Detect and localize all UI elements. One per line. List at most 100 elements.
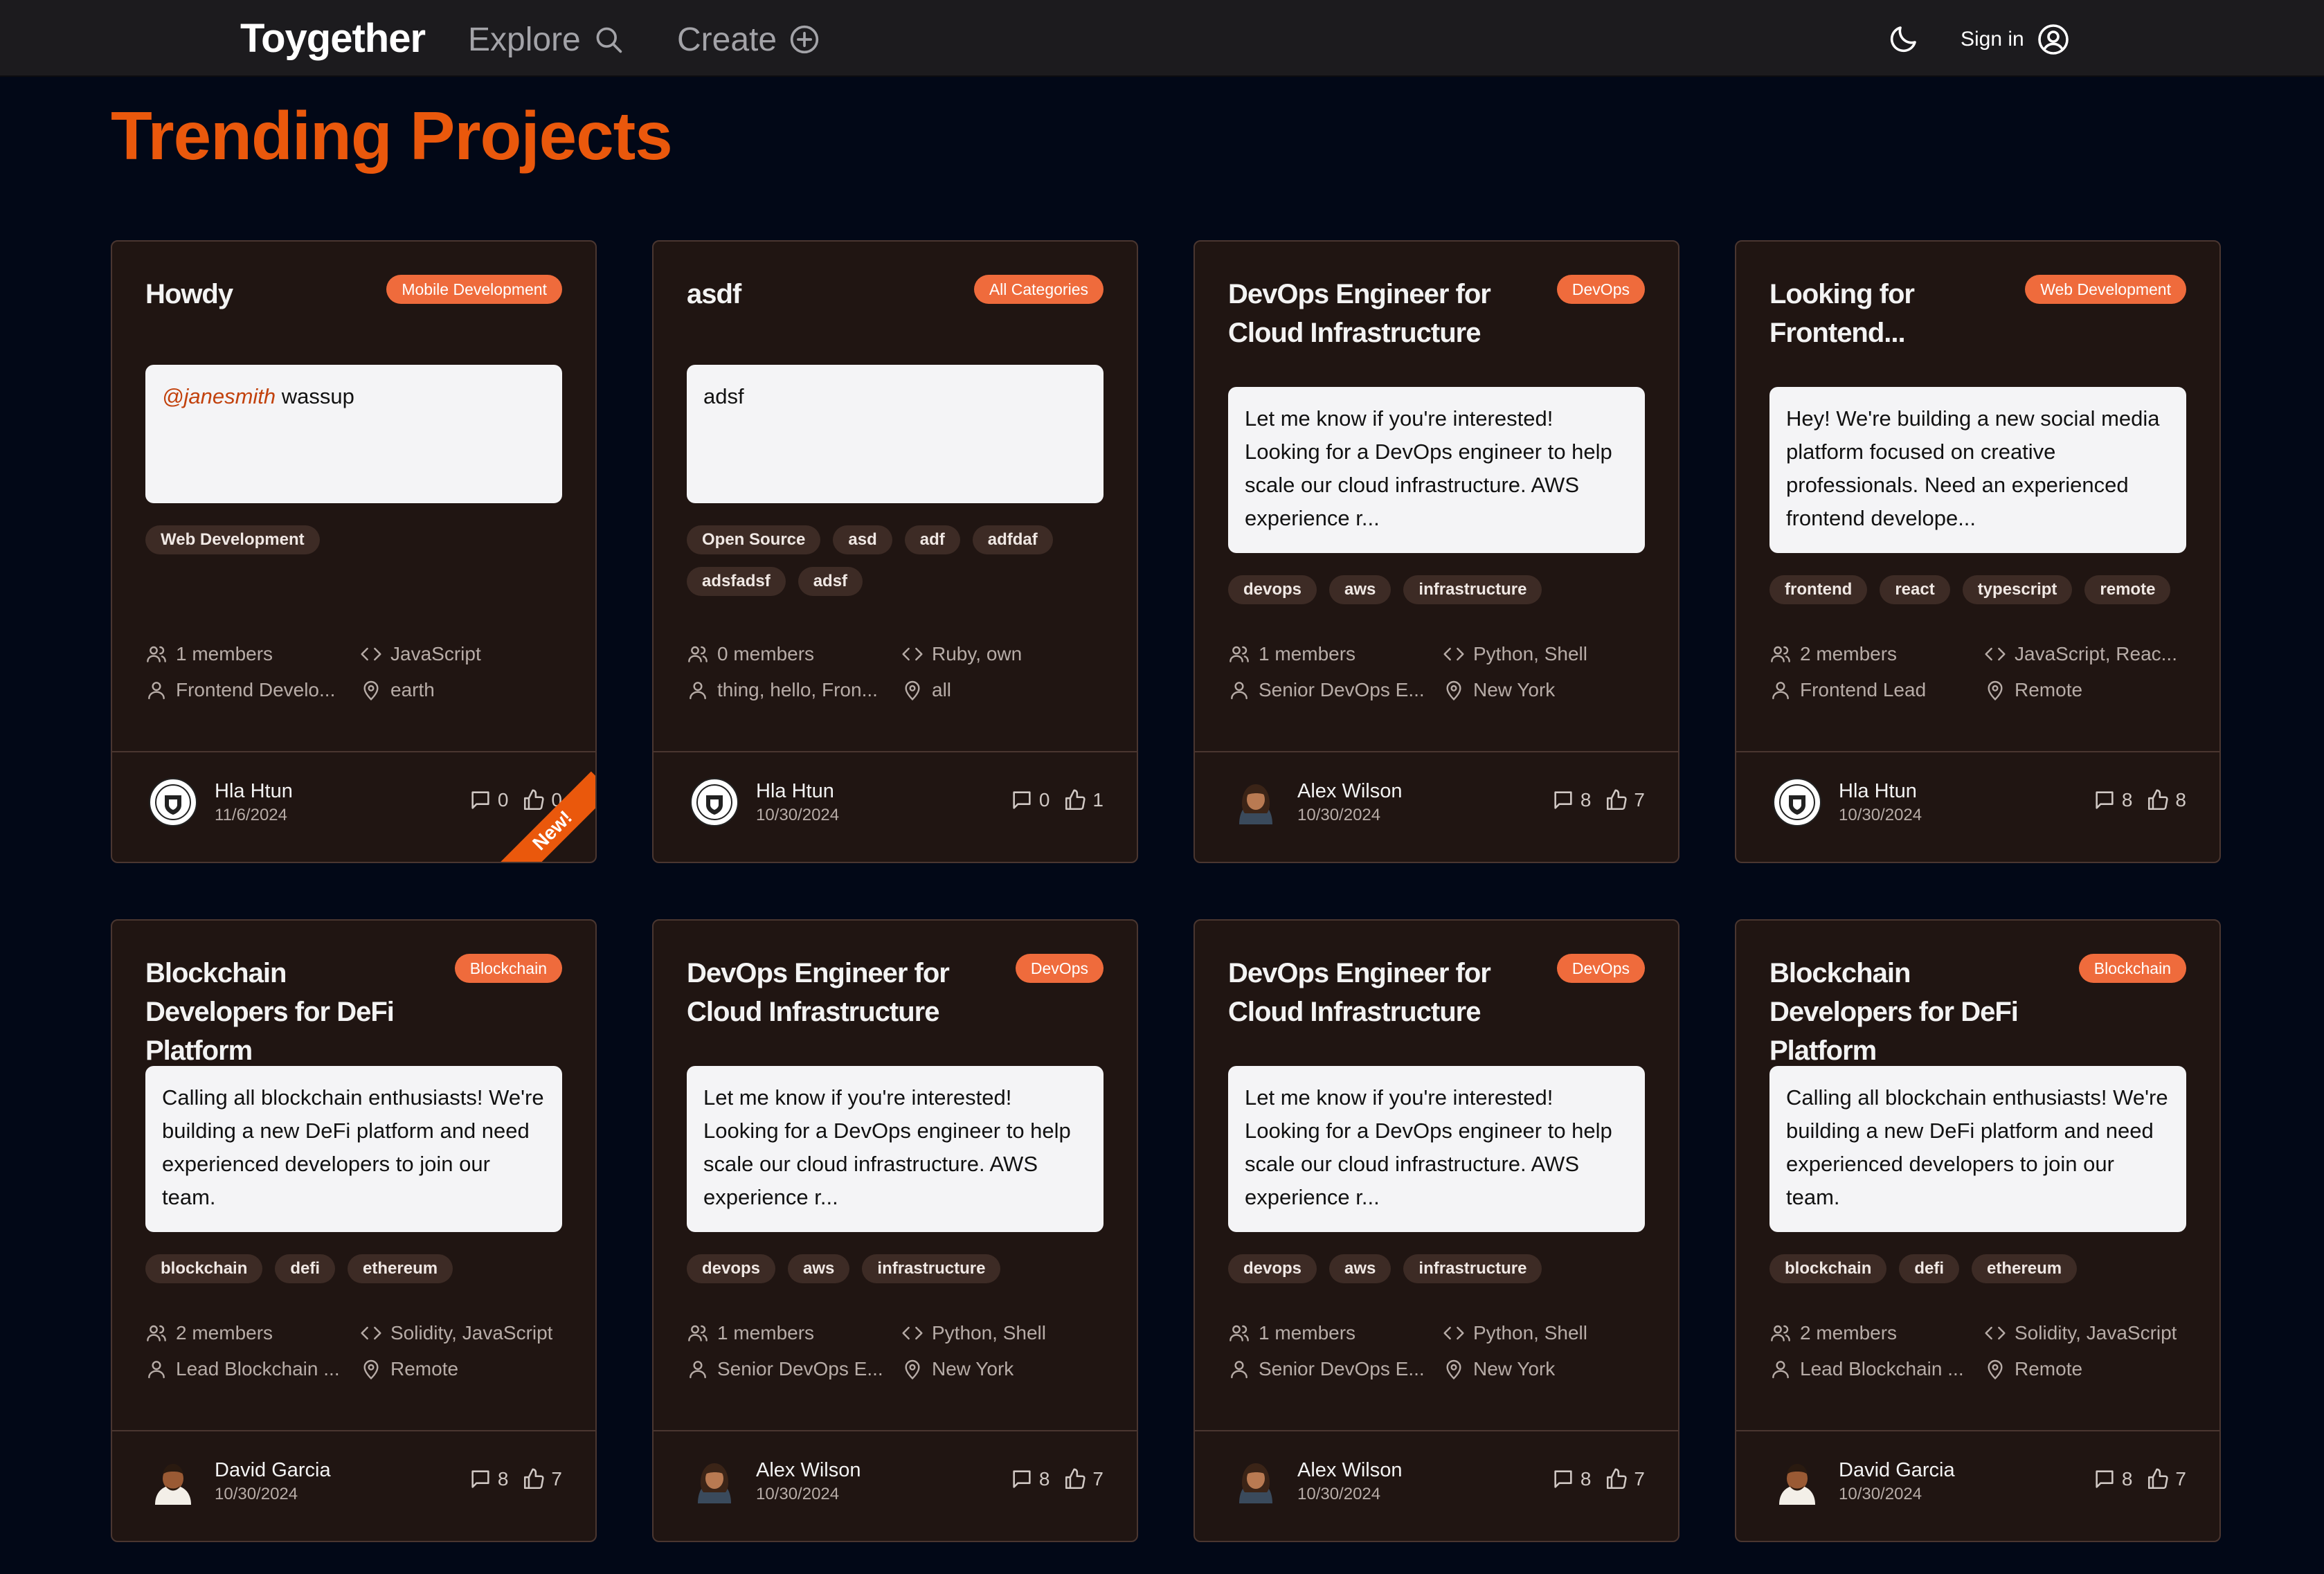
tag-chip[interactable]: devops	[1228, 575, 1317, 604]
card-divider	[654, 751, 1137, 752]
tag-chip[interactable]: Web Development	[145, 525, 320, 554]
tag-chip[interactable]: adf	[904, 525, 960, 554]
project-title[interactable]: DevOps Engineer for Cloud Infrastructure	[1228, 275, 1491, 352]
comments-button[interactable]: 8	[1551, 788, 1591, 812]
author-info[interactable]: Alex Wilson 10/30/2024	[1228, 1454, 1403, 1509]
tag-chip[interactable]: infrastructure	[1403, 575, 1542, 604]
comments-button[interactable]: 8	[2093, 1467, 2133, 1491]
tag-chip[interactable]: adsfadsf	[687, 567, 786, 596]
tag-chip[interactable]: devops	[1228, 1254, 1317, 1283]
description-text: Let me know if you're interested! Lookin…	[1245, 1085, 1612, 1209]
project-card[interactable]: DevOps Engineer for Cloud Infrastructure…	[1193, 919, 1679, 1542]
sign-in-button[interactable]: Sign in	[1961, 18, 2070, 61]
tag-chip[interactable]: ethereum	[348, 1254, 453, 1283]
tag-chip[interactable]: defi	[1899, 1254, 1960, 1283]
tag-chip[interactable]: defi	[275, 1254, 336, 1283]
card-divider	[1195, 1430, 1678, 1431]
user-icon	[1228, 1358, 1250, 1380]
code-icon	[1443, 1322, 1465, 1344]
like-button[interactable]: 7	[1605, 788, 1645, 812]
project-card[interactable]: Blockchain Developers for DeFi Platform B…	[1735, 919, 2221, 1542]
tag-chip[interactable]: blockchain	[1769, 1254, 1887, 1283]
tag-chip[interactable]: typescript	[1962, 575, 2073, 604]
role-needed: thing, hello, Fron...	[717, 679, 878, 700]
brand-logo[interactable]: Toygether	[240, 15, 426, 62]
comments-button[interactable]: 0	[469, 788, 508, 812]
author-name: Hla Htun	[756, 779, 834, 802]
project-card[interactable]: Blockchain Developers for DeFi Platform B…	[111, 919, 597, 1542]
role-needed-item: Lead Blockchain ...	[1769, 1358, 1984, 1380]
project-title[interactable]: DevOps Engineer for Cloud Infrastructure	[687, 954, 950, 1031]
author-info[interactable]: David Garcia 10/30/2024	[145, 1454, 331, 1509]
tag-chip[interactable]: remote	[2084, 575, 2171, 604]
mention-link[interactable]: @janesmith	[162, 384, 276, 408]
comments-button[interactable]: 8	[2093, 788, 2132, 812]
thumbs-up-icon	[1605, 788, 1628, 812]
like-button[interactable]: 7	[522, 1467, 562, 1491]
members-count-item: 2 members	[1769, 1322, 1984, 1344]
role-needed-item: Senior DevOps E...	[1228, 679, 1443, 701]
tag-chip[interactable]: blockchain	[145, 1254, 263, 1283]
author-info[interactable]: Hla Htun 11/6/2024	[145, 775, 293, 830]
project-card[interactable]: Howdy Mobile Development @janesmith wassup…	[111, 240, 597, 863]
moon-icon[interactable]	[1887, 22, 1920, 55]
project-card[interactable]: Looking for Frontend... Web Development He…	[1735, 240, 2221, 863]
project-description: Calling all blockchain enthusiasts! We'r…	[145, 1066, 562, 1232]
tag-chip[interactable]: infrastructure	[862, 1254, 1001, 1283]
explore-nav-link[interactable]: Explore	[468, 18, 624, 61]
project-card[interactable]: DevOps Engineer for Cloud Infrastructure…	[1193, 240, 1679, 863]
code-icon	[1443, 643, 1465, 665]
role-needed: Lead Blockchain ...	[176, 1358, 340, 1379]
project-meta: 2 members JavaScript, Reac... Frontend Lea…	[1769, 643, 2199, 701]
tag-chip[interactable]: ethereum	[1972, 1254, 2078, 1283]
likes-count: 7	[551, 1468, 562, 1490]
comments-button[interactable]: 8	[1010, 1467, 1050, 1491]
like-button[interactable]: 7	[1605, 1467, 1645, 1491]
map-pin-icon	[1443, 679, 1465, 701]
members-count-item: 1 members	[1228, 1322, 1443, 1344]
create-nav-link[interactable]: Create	[677, 18, 820, 61]
like-button[interactable]: 7	[2146, 1467, 2186, 1491]
tag-chip[interactable]: aws	[1329, 575, 1391, 604]
like-button[interactable]: 1	[1063, 788, 1104, 812]
tag-chip[interactable]: aws	[1329, 1254, 1391, 1283]
project-title[interactable]: Blockchain Developers for DeFi Platform	[1769, 954, 2033, 1070]
author-info[interactable]: Alex Wilson 10/30/2024	[687, 1454, 861, 1509]
tag-chip[interactable]: asd	[833, 525, 892, 554]
post-date: 10/30/2024	[1839, 805, 1922, 824]
tag-chip[interactable]: infrastructure	[1403, 1254, 1542, 1283]
project-card[interactable]: asdf All Categories adsf Open Source asd adf a…	[652, 240, 1138, 863]
tag-chip[interactable]: frontend	[1769, 575, 1868, 604]
author-info[interactable]: Hla Htun 10/30/2024	[1769, 775, 1922, 830]
tag-chip[interactable]: adsf	[798, 567, 863, 596]
create-label: Create	[677, 21, 777, 58]
comments-button[interactable]: 0	[1010, 788, 1050, 812]
project-title[interactable]: DevOps Engineer for Cloud Infrastructure	[1228, 954, 1491, 1031]
post-date: 10/30/2024	[1839, 1484, 1922, 1503]
project-title[interactable]: Blockchain Developers for DeFi Platform	[145, 954, 408, 1070]
card-divider	[1195, 751, 1678, 752]
author-info[interactable]: Hla Htun 10/30/2024	[687, 775, 839, 830]
category-badge: DevOps	[1556, 275, 1645, 304]
like-button[interactable]: 8	[2146, 788, 2186, 812]
project-title[interactable]: Howdy	[145, 275, 408, 314]
tag-chip[interactable]: devops	[687, 1254, 776, 1283]
comments-button[interactable]: 8	[469, 1467, 508, 1491]
project-title[interactable]: Looking for Frontend...	[1769, 275, 2033, 352]
tag-chip[interactable]: react	[1880, 575, 1950, 604]
project-title[interactable]: asdf	[687, 275, 950, 314]
tag-chip[interactable]: Open Source	[687, 525, 821, 554]
author-info[interactable]: David Garcia 10/30/2024	[1769, 1454, 1955, 1509]
tag-chip[interactable]: adfdaf	[972, 525, 1053, 554]
project-description: @janesmith wassup	[145, 365, 562, 503]
like-button[interactable]: 7	[1063, 1467, 1104, 1491]
author-name: Alex Wilson	[1297, 779, 1403, 802]
message-square-icon	[1551, 788, 1575, 812]
author-info[interactable]: Alex Wilson 10/30/2024	[1228, 775, 1403, 830]
comments-count: 8	[2121, 1468, 2133, 1490]
project-card[interactable]: DevOps Engineer for Cloud Infrastructure…	[652, 919, 1138, 1542]
tag-chip[interactable]: aws	[788, 1254, 850, 1283]
comments-button[interactable]: 8	[1551, 1467, 1591, 1491]
club-crest-avatar	[1773, 778, 1821, 826]
avatar	[1239, 1463, 1272, 1503]
